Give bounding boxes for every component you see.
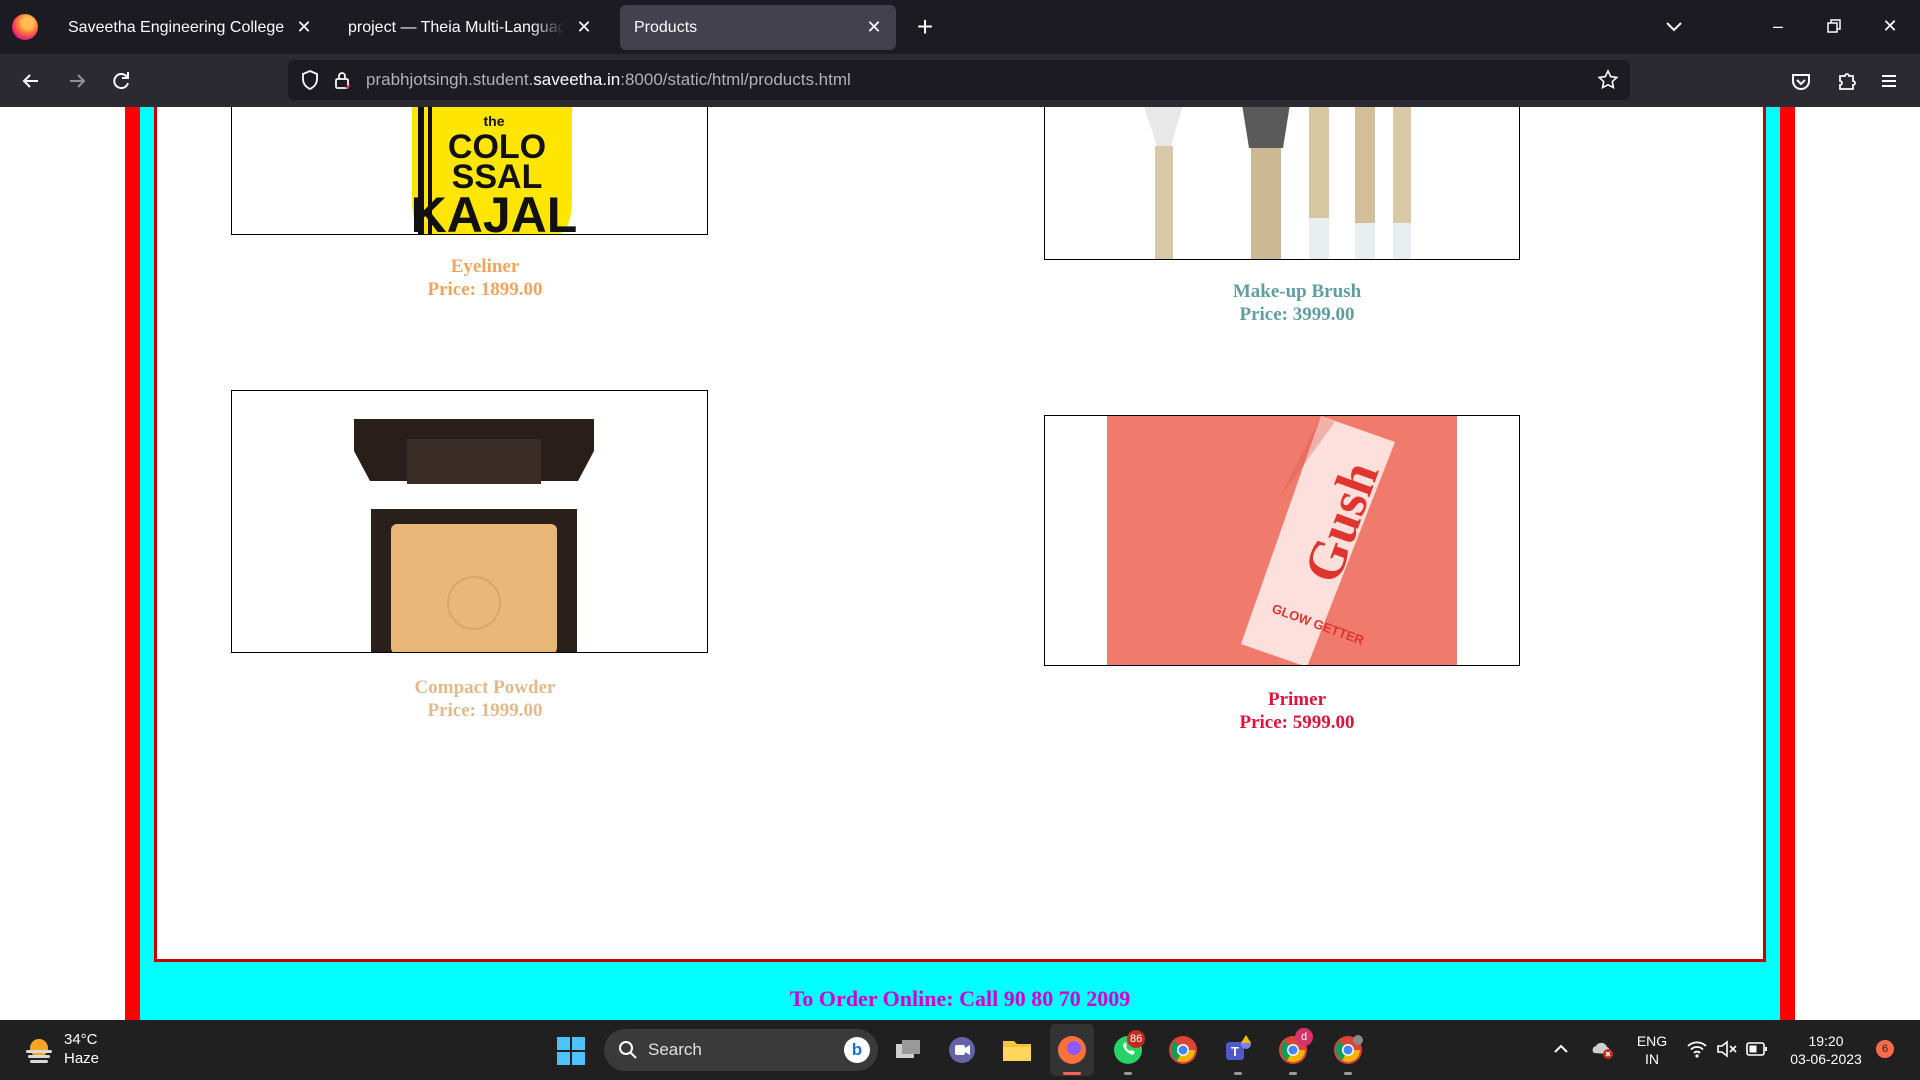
chevron-down-icon[interactable] (1662, 14, 1686, 38)
restore-icon[interactable] (1822, 14, 1846, 38)
firefox-running-indicator (1063, 1072, 1081, 1075)
left-cyan-border (140, 107, 154, 1020)
haze-weather-icon[interactable] (22, 1034, 56, 1066)
product-price: Price: 3999.00 (1239, 304, 1355, 325)
compact-powder-illustration (354, 419, 594, 652)
running-indicator (1234, 1072, 1242, 1075)
svg-text:T: T (1231, 1044, 1239, 1059)
wifi-icon[interactable] (1686, 1039, 1708, 1059)
pocket-icon[interactable] (1786, 66, 1816, 96)
clock-date: 03-06-2023 (1790, 1051, 1862, 1067)
brush-set-illustration (1144, 107, 1411, 259)
product-name: Compact Powder (414, 677, 556, 698)
tab-bar: Saveetha Engineering College ✕ project —… (0, 0, 1920, 54)
navigation-bar: prabhjotsingh.student.saveetha.in:8000/s… (0, 54, 1920, 107)
url-text[interactable]: prabhjotsingh.student.saveetha.in:8000/s… (366, 70, 851, 90)
product-name: Eyeliner (450, 256, 520, 277)
notification-badge[interactable]: 6 (1876, 1040, 1894, 1058)
lang-line-2: IN (1645, 1051, 1659, 1067)
new-tab-icon[interactable]: + (912, 12, 938, 42)
windows-taskbar: 34°C Haze Search b 86 T d ENG IN 19:20 0… (0, 1020, 1920, 1080)
search-label: Search (648, 1040, 702, 1059)
bookmark-star-icon[interactable] (1596, 68, 1620, 92)
page-viewport: the COLO SSAL KAJAL Eyeliner Price: 1899… (0, 107, 1920, 1020)
tab-products[interactable]: Products ✕ (620, 5, 896, 50)
right-cyan-border (1766, 107, 1780, 1020)
chevron-up-icon[interactable] (1552, 1040, 1570, 1058)
task-view-icon[interactable] (890, 1032, 926, 1068)
search-icon (619, 1041, 637, 1059)
onedrive-offline-icon[interactable] (1590, 1038, 1614, 1060)
product-name: Primer (1267, 689, 1326, 710)
makeup-brush-caption: Make-up Brush Price: 3999.00 (1058, 280, 1536, 326)
close-window-icon[interactable]: ✕ (1878, 14, 1902, 38)
product-name: Make-up Brush (1232, 281, 1362, 302)
order-footer: To Order Online: Call 90 80 70 2009 (140, 962, 1780, 1020)
clock-time: 19:20 (1808, 1033, 1844, 1049)
forward-arrow-icon[interactable] (62, 66, 92, 96)
close-tab-icon[interactable]: ✕ (572, 15, 596, 39)
lang-line-1: ENG (1636, 1033, 1668, 1049)
language-indicator[interactable]: ENG IN (1632, 1032, 1672, 1068)
address-bar[interactable]: prabhjotsingh.student.saveetha.in:8000/s… (288, 60, 1630, 100)
reload-icon[interactable] (106, 66, 136, 96)
compact-powder-image (231, 390, 708, 653)
shield-icon[interactable] (298, 68, 322, 92)
url-host: saveetha.in (533, 70, 621, 89)
compact-powder-caption: Compact Powder Price: 1999.00 (246, 676, 724, 722)
chrome-profile-badge: d (1295, 1028, 1313, 1046)
weather-condition: Haze (64, 1050, 100, 1067)
eyeliner-image: the COLO SSAL KAJAL (231, 107, 708, 235)
tab-label: Products (634, 18, 698, 36)
speaker-muted-icon[interactable] (1716, 1039, 1738, 1059)
product-price: Price: 5999.00 (1239, 712, 1355, 733)
clock[interactable]: 19:20 03-06-2023 (1780, 1032, 1872, 1068)
lock-icon[interactable] (330, 68, 354, 92)
minimize-icon[interactable]: – (1766, 14, 1790, 38)
back-arrow-icon[interactable] (16, 66, 46, 96)
file-explorer-icon[interactable] (999, 1032, 1035, 1068)
teams-icon[interactable]: T (1220, 1032, 1256, 1068)
kajal-text-the: the (484, 113, 505, 129)
weather-widget[interactable]: 34°C Haze (64, 1030, 99, 1068)
kajal-text-kajal: KAJAL (411, 187, 578, 235)
chrome-icon[interactable] (1165, 1032, 1201, 1068)
primer-caption: Primer Price: 5999.00 (1058, 688, 1536, 734)
makeup-brush-image (1044, 107, 1520, 260)
firefox-taskbar-icon[interactable] (1054, 1032, 1090, 1068)
taskbar-search-box[interactable]: Search b (604, 1029, 878, 1071)
close-tab-icon[interactable]: ✕ (292, 15, 316, 39)
kajal-product-illustration: the COLO SSAL KAJAL (411, 107, 578, 235)
bing-icon[interactable]: b (844, 1037, 870, 1063)
running-indicator (1124, 1072, 1132, 1075)
left-red-border (125, 107, 140, 1020)
windows-start-icon[interactable] (556, 1036, 586, 1066)
extensions-puzzle-icon[interactable] (1832, 66, 1862, 96)
firefox-logo-icon[interactable] (12, 14, 38, 40)
teams-chat-icon[interactable] (944, 1032, 980, 1068)
order-online-text: To Order Online: Call 90 80 70 2009 (789, 986, 1131, 1011)
tab-label: project — Theia Multi-Language Example (348, 18, 564, 36)
close-tab-icon[interactable]: ✕ (862, 15, 886, 39)
battery-icon[interactable] (1746, 1041, 1768, 1057)
tab-saveetha[interactable]: Saveetha Engineering College ✕ (54, 5, 326, 50)
url-path: :8000/static/html/products.html (620, 70, 851, 89)
weather-temp: 34°C (64, 1031, 98, 1048)
menu-hamburger-icon[interactable] (1874, 66, 1904, 96)
running-indicator (1344, 1072, 1352, 1075)
right-red-border (1780, 107, 1795, 1020)
url-prefix: prabhjotsingh.student. (366, 70, 534, 89)
product-price: Price: 1999.00 (427, 700, 543, 721)
chrome-profile-2-icon[interactable] (1330, 1032, 1366, 1068)
primer-image: Gush GLOW GETTER (1044, 415, 1520, 666)
primer-tube-illustration: Gush GLOW GETTER (1107, 416, 1457, 665)
tab-project[interactable]: project — Theia Multi-Language Example ✕ (334, 5, 606, 50)
running-indicator (1289, 1072, 1297, 1075)
product-price: Price: 1899.00 (427, 279, 543, 300)
tab-label: Saveetha Engineering College (68, 18, 285, 36)
eyeliner-caption: Eyeliner Price: 1899.00 (246, 255, 724, 301)
